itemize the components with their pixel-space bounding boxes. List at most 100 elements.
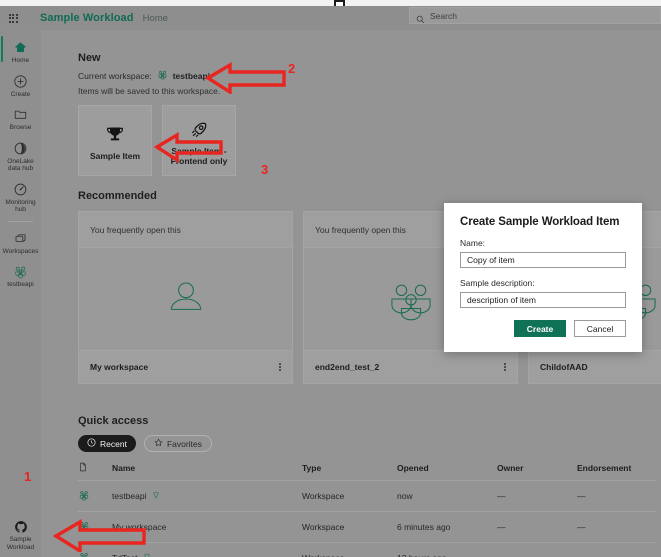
person-icon <box>170 282 201 310</box>
row-name-cell: testbeapi <box>112 480 302 512</box>
sidebar-item-label: testbeapi <box>7 281 34 288</box>
more-options-icon[interactable] <box>279 362 281 372</box>
card-name: end2end_test_2 <box>315 362 380 372</box>
workspace-avatar-icon <box>79 491 89 501</box>
annotation-arrow-2 <box>204 62 286 94</box>
tile-label: Sample Item <box>89 150 141 161</box>
column-header-type[interactable]: Type <box>302 462 397 481</box>
name-field-label: Name: <box>460 238 486 248</box>
create-button[interactable]: Create <box>514 320 566 337</box>
rail-divider <box>8 220 33 222</box>
home-icon <box>12 39 29 56</box>
row-type: Workspace <box>302 480 397 512</box>
column-header-owner[interactable]: Owner <box>497 462 577 481</box>
github-octocat-icon <box>12 518 29 535</box>
cancel-button[interactable]: Cancel <box>574 320 626 337</box>
sidebar-item-label: Home <box>11 57 30 64</box>
table-row[interactable]: My workspace Workspace 6 minutes ago — — <box>78 511 656 543</box>
workspace-avatar-icon <box>12 263 29 280</box>
sidebar-item-workspaces[interactable]: Workspaces <box>0 225 41 259</box>
sidebar-item-create[interactable]: Create <box>0 68 41 102</box>
quick-access-section: Quick access Recent Favorites Name Type … <box>78 415 656 557</box>
card-illustration <box>79 248 292 350</box>
table-row[interactable]: TdTest Workspace 13 hours ago — — <box>78 542 656 557</box>
description-field-label: Sample description: <box>460 278 535 288</box>
row-opened: 13 hours ago <box>397 542 497 557</box>
tab-label: Recent <box>100 438 127 449</box>
breadcrumb[interactable]: Home <box>143 13 168 24</box>
section-title-quick-access: Quick access <box>78 415 149 427</box>
more-options-icon[interactable] <box>504 362 506 372</box>
tab-label: Favorites <box>166 438 202 449</box>
star-icon <box>154 438 163 449</box>
folder-icon <box>12 106 29 123</box>
row-type: Workspace <box>302 542 397 557</box>
dialog-title: Create Sample Workload Item <box>460 216 620 228</box>
new-item-sample-item[interactable]: Sample Item <box>78 105 152 176</box>
search-input[interactable]: Search <box>409 7 661 24</box>
table-body: testbeapi Workspace now — — My workspace… <box>78 480 656 557</box>
table-row[interactable]: testbeapi Workspace now — — <box>78 480 656 512</box>
column-header-name[interactable]: Name <box>112 462 302 481</box>
row-owner: — <box>497 511 577 543</box>
row-endorsement: — <box>577 511 656 543</box>
onelake-icon <box>12 140 29 157</box>
group-icon <box>390 284 431 321</box>
tab-recent[interactable]: Recent <box>78 435 136 452</box>
table-header-row: Name Type Opened Owner Endorsement <box>78 462 656 481</box>
row-opened: 6 minutes ago <box>397 511 497 543</box>
sidebar-item-label: Monitoring hub <box>5 198 36 214</box>
dialog-actions: Create Cancel <box>460 320 626 337</box>
create-item-dialog: Create Sample Workload Item Name: Sample… <box>444 203 642 352</box>
fabric-diamond-icon <box>143 553 151 557</box>
row-endorsement: — <box>577 542 656 557</box>
quick-access-tabs: Recent Favorites <box>78 435 656 452</box>
row-name: testbeapi <box>112 491 147 501</box>
tab-favorites[interactable]: Favorites <box>143 435 212 452</box>
column-header-endorsement[interactable]: Endorsement <box>577 462 656 481</box>
annotation-number-1: 1 <box>24 469 32 484</box>
card-subtitle: You frequently open this <box>79 212 292 248</box>
row-icon-cell <box>78 480 112 512</box>
sidebar-item-browse[interactable]: Browse <box>0 101 41 135</box>
card-name: ChildofAAD <box>540 362 588 372</box>
annotation-arrow-3 <box>153 131 223 163</box>
name-field[interactable] <box>460 252 626 268</box>
row-name: TdTest <box>112 553 138 557</box>
sidebar-item-home[interactable]: Home <box>0 34 41 68</box>
recommended-card[interactable]: You frequently open this My workspace <box>78 211 293 384</box>
plus-circle-icon <box>12 73 29 90</box>
sidebar-item-label: Create <box>10 90 31 98</box>
fabric-diamond-icon <box>152 491 160 501</box>
card-footer: My workspace <box>79 350 292 383</box>
annotation-number-3: 3 <box>261 162 269 177</box>
rail-bottom-section: Sample Workload <box>0 513 41 554</box>
card-footer: end2end_test_2 <box>304 350 517 383</box>
sidebar-item-label: Workspaces <box>2 247 39 255</box>
section-title-recommended: Recommended <box>78 190 157 202</box>
app-launcher-icon[interactable] <box>0 6 26 30</box>
left-navigation-rail: Home Create Browse OneLake data hub Moni <box>0 30 41 557</box>
search-icon <box>416 11 425 24</box>
sidebar-item-testbeapi[interactable]: testbeapi <box>0 258 41 292</box>
sidebar-item-onelake-data-hub[interactable]: OneLake data hub <box>0 135 41 176</box>
card-name: My workspace <box>90 362 149 372</box>
row-endorsement: — <box>577 480 656 512</box>
sidebar-item-label: OneLake data hub <box>7 157 34 173</box>
annotation-number-2: 2 <box>288 61 296 76</box>
workspace-avatar-icon <box>157 69 168 82</box>
sidebar-item-monitoring-hub[interactable]: Monitoring hub <box>0 176 41 217</box>
app-window: Sample Workload Home Search Home Create … <box>0 0 661 557</box>
workspaces-icon <box>12 230 29 247</box>
trophy-icon <box>105 121 125 145</box>
quick-access-table: Name Type Opened Owner Endorsement testb… <box>78 462 656 557</box>
sidebar-item-label: Sample Workload <box>6 536 35 551</box>
row-opened: now <box>397 480 497 512</box>
brand-title: Sample Workload <box>40 12 134 24</box>
sidebar-item-sample-workload[interactable]: Sample Workload <box>0 513 41 554</box>
column-header-opened[interactable]: Opened <box>397 462 497 481</box>
description-field[interactable] <box>460 292 626 308</box>
column-header-icon[interactable] <box>78 462 112 481</box>
row-owner: — <box>497 480 577 512</box>
card-footer: ChildofAAD <box>529 350 661 383</box>
